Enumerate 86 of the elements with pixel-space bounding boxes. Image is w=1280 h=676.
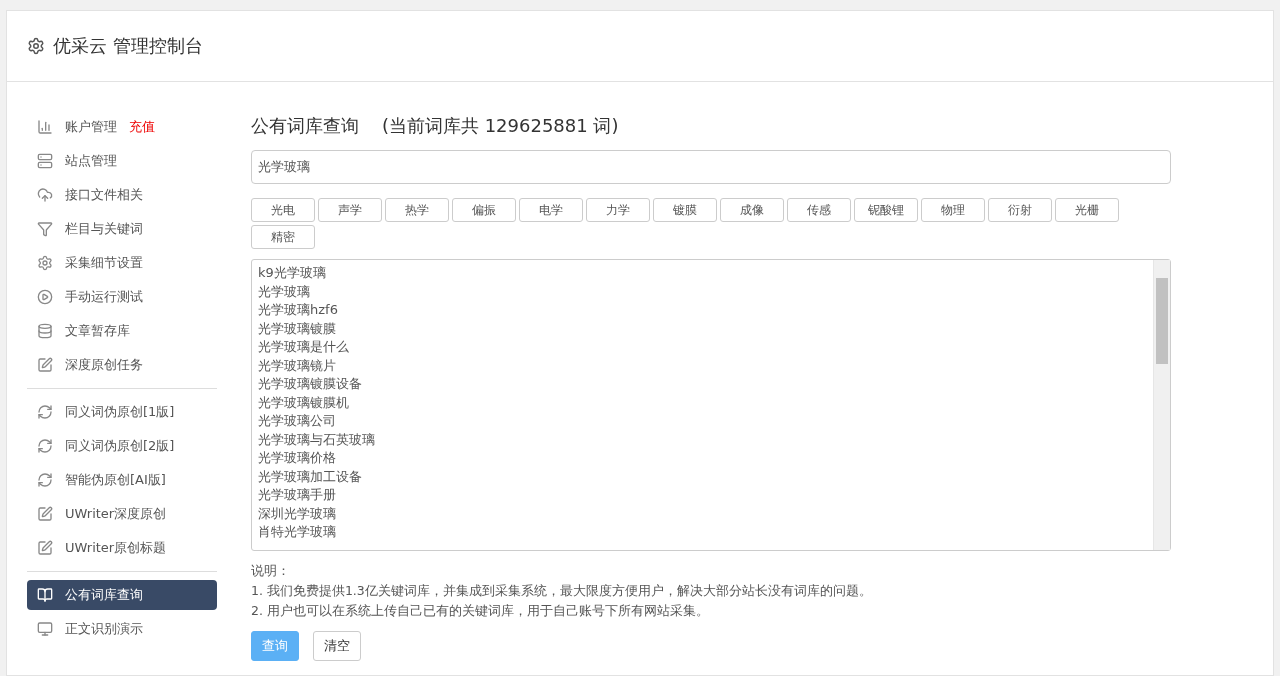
category-tag-button[interactable]: 成像 [720, 198, 784, 222]
sidebar-item[interactable]: 手动运行测试 [27, 282, 217, 312]
bar-chart-icon [37, 119, 53, 135]
sidebar-item-label: 接口文件相关 [65, 186, 143, 204]
sidebar-item[interactable]: 文章暂存库 [27, 316, 217, 346]
result-item[interactable]: 光学玻璃镀膜 [258, 319, 1147, 338]
sidebar-item-label: 账户管理 [65, 118, 117, 136]
result-item[interactable]: 光学玻璃手册 [258, 486, 1147, 505]
refresh-icon [37, 404, 53, 420]
sidebar-item-label: UWriter深度原创 [65, 505, 167, 523]
sidebar-item-label: 站点管理 [65, 152, 117, 170]
sidebar-item[interactable]: 账户管理 充值 [27, 112, 217, 142]
category-tag-button[interactable]: 力学 [586, 198, 650, 222]
result-item[interactable]: 光学玻璃加工设备 [258, 467, 1147, 486]
sidebar-item[interactable]: 接口文件相关 [27, 180, 217, 210]
category-tag-button[interactable]: 热学 [385, 198, 449, 222]
category-tag-button[interactable]: 声学 [318, 198, 382, 222]
sidebar-item[interactable]: UWriter原创标题 [27, 533, 217, 563]
sidebar-item-label: 正文识别演示 [65, 620, 143, 638]
console-title: 优采云 管理控制台 [53, 34, 203, 58]
sidebar-item-label: UWriter原创标题 [65, 539, 167, 557]
category-tag-button[interactable]: 电学 [519, 198, 583, 222]
sidebar-item[interactable]: 站点管理 [27, 146, 217, 176]
sidebar-item[interactable]: 采集细节设置 [27, 248, 217, 278]
clear-button[interactable]: 清空 [313, 631, 361, 661]
gear-icon [37, 255, 53, 271]
result-item[interactable]: 光学玻璃hzf6 [258, 301, 1147, 320]
sidebar-item[interactable]: 栏目与关键词 [27, 214, 217, 244]
category-tag-button[interactable]: 衍射 [988, 198, 1052, 222]
sidebar-item-label: 采集细节设置 [65, 254, 143, 272]
refresh-icon [37, 472, 53, 488]
category-tag-button[interactable]: 物理 [921, 198, 985, 222]
sidebar-item[interactable]: 智能伪原创[AI版] [27, 465, 217, 495]
database-icon [37, 323, 53, 339]
edit-icon [37, 540, 53, 556]
sidebar-item[interactable]: 同义词伪原创[2版] [27, 431, 217, 461]
filter-icon [37, 221, 53, 237]
edit-icon [37, 506, 53, 522]
category-tag-button[interactable]: 光电 [251, 198, 315, 222]
sidebar-item[interactable]: 同义词伪原创[1版] [27, 397, 217, 427]
play-icon [37, 289, 53, 305]
result-item[interactable]: 光学玻璃公司 [258, 412, 1147, 431]
sidebar-item-label: 手动运行测试 [65, 288, 143, 306]
sidebar-item-label: 文章暂存库 [65, 322, 130, 340]
search-field[interactable]: 光学玻璃 [251, 150, 1171, 184]
result-item[interactable]: 光学玻璃镜片 [258, 356, 1147, 375]
notes-title: 说明： [251, 562, 291, 580]
settings-icon [27, 37, 45, 55]
server-icon [37, 153, 53, 169]
note-text: 1. 我们免费提供1.3亿关键词库，并集成到采集系统，最大限度方便用户，解决大部分站长没有词库的问题。 [251, 582, 873, 600]
word-count: (当前词库共 129625881 词) [381, 115, 619, 136]
sidebar-item-label: 公有词库查询 [65, 586, 143, 604]
result-item[interactable]: 光学玻璃价格 [258, 449, 1147, 468]
category-tag-button[interactable]: 传感 [787, 198, 851, 222]
results-listbox[interactable]: k9光学玻璃 光学玻璃 光学玻璃hzf6 光学玻璃镀膜 光学玻璃是什么 光学玻璃镜片 光学玻璃镀膜设备 光学玻璃镀膜机 光学玻璃公司 光学玻璃与石英玻璃 光学玻璃价格 光学玻璃加工设备 光学玻璃手册 深圳光学玻璃 肖特光学玻璃 [251, 259, 1171, 551]
sidebar-item[interactable]: 深度原创任务 [27, 350, 217, 380]
recharge-link[interactable]: 充值 [129, 118, 155, 136]
category-tag-button[interactable]: 铌酸锂 [854, 198, 918, 222]
result-item[interactable]: 光学玻璃与石英玻璃 [258, 430, 1147, 449]
result-item[interactable]: 肖特光学玻璃 [258, 523, 1147, 542]
cloud-upload-icon [37, 187, 53, 203]
monitor-icon [37, 621, 53, 637]
result-item[interactable]: 深圳光学玻璃 [258, 504, 1147, 523]
note-text: 2. 用户也可以在系统上传自己已有的关键词库，用于自己账号下所有网站采集。 [251, 602, 710, 620]
sidebar-item[interactable]: 公有词库查询 [27, 580, 217, 610]
sidebar-item[interactable]: UWriter深度原创 [27, 499, 217, 529]
scrollbar[interactable] [1153, 260, 1170, 550]
category-tag-button[interactable]: 镀膜 [653, 198, 717, 222]
result-item[interactable]: 光学玻璃 [258, 282, 1147, 301]
category-tag-button[interactable]: 精密 [251, 225, 315, 249]
category-tag-button[interactable]: 光栅 [1055, 198, 1119, 222]
sidebar-item-label: 栏目与关键词 [65, 220, 143, 238]
book-icon [37, 587, 53, 603]
sidebar-item[interactable]: 正文识别演示 [27, 614, 217, 644]
page-title: 公有词库查询 [251, 115, 359, 136]
refresh-icon [37, 438, 53, 454]
category-tag-button[interactable]: 偏振 [452, 198, 516, 222]
sidebar-item-label: 深度原创任务 [65, 356, 143, 374]
result-item[interactable]: k9光学玻璃 [258, 264, 1147, 283]
result-item[interactable]: 光学玻璃镀膜设备 [258, 375, 1147, 394]
result-item[interactable]: 光学玻璃是什么 [258, 338, 1147, 357]
sidebar-item-label: 同义词伪原创[1版] [65, 403, 175, 421]
edit-icon [37, 357, 53, 373]
result-item[interactable]: 光学玻璃镀膜机 [258, 393, 1147, 412]
sidebar-item-label: 智能伪原创[AI版] [65, 471, 166, 489]
sidebar-item-label: 同义词伪原创[2版] [65, 437, 175, 455]
